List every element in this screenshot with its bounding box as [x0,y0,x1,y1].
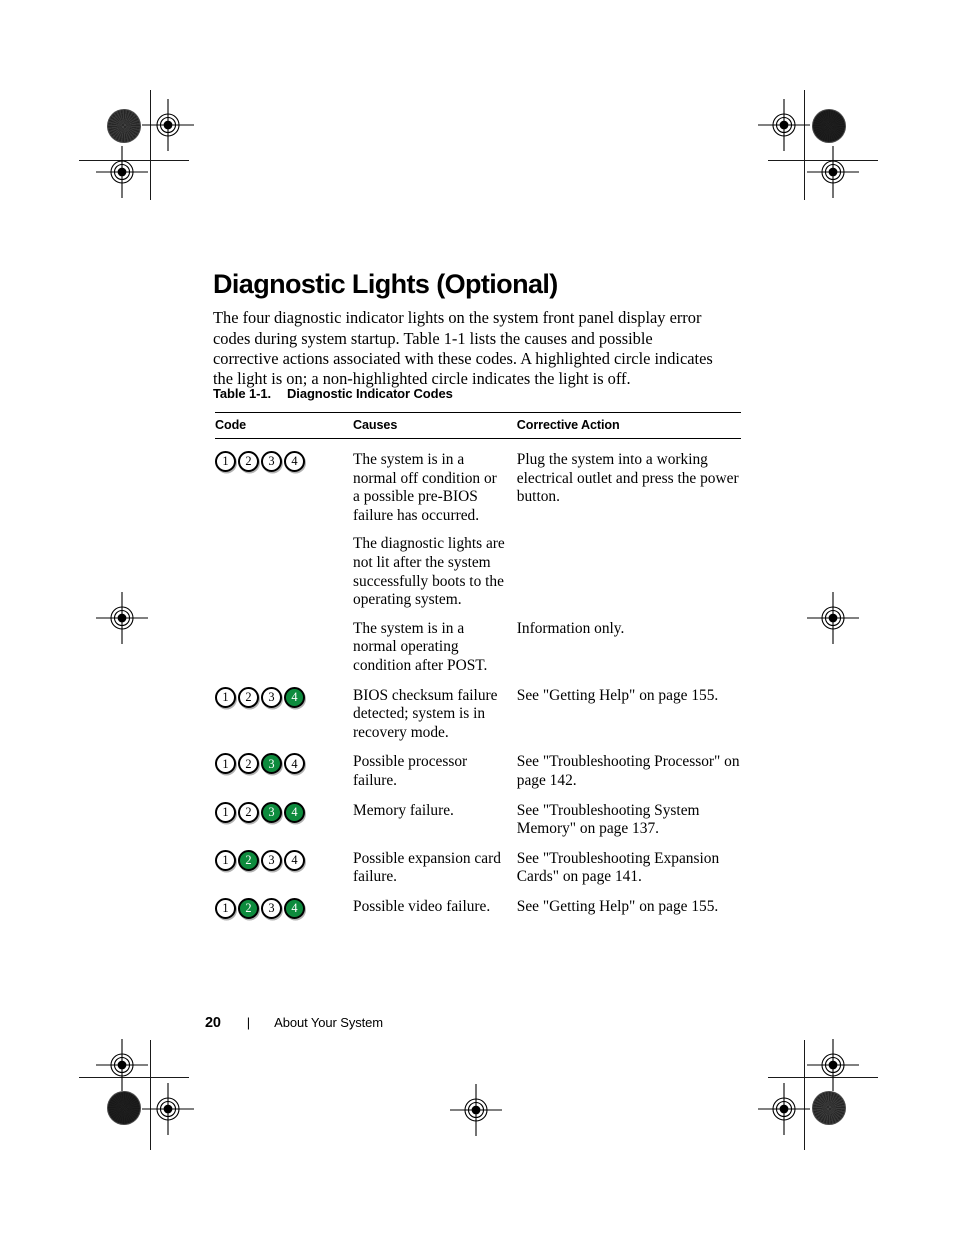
diagnostic-light-group: 1234 [215,897,353,919]
page-title: Diagnostic Lights (Optional) [213,269,558,300]
diagnostic-light-3-off: 3 [261,686,282,708]
code-cell: 1234 [215,439,353,676]
diagnostic-light-2-on: 2 [238,849,259,871]
diagnostic-light-group: 1234 [215,753,353,775]
table-body: 1 2 3 4 The system is in a normal off condit… [215,439,741,919]
code-cell: 1234 [215,676,353,743]
table-row: 1 2 3 4 Possible processor failure. See "Trou… [215,742,741,790]
corrective-action-cell [517,525,741,609]
column-header-action: Corrective Action [516,412,741,439]
diagnostic-light-group: 1234 [215,686,353,708]
diagnostic-light-2-off: 2 [238,686,259,708]
diagnostic-light-2-off: 2 [238,753,259,775]
diagnostic-light-4-on: 4 [284,801,305,823]
table-row: 1 2 3 4 Memory failure. See "Troubleshooting … [215,791,741,839]
corrective-action-cell: Information only. [516,619,625,637]
corrective-action-cell: Plug the system into a working electrica… [516,451,739,506]
cause-cell: BIOS checksum failure detected; system i… [353,686,498,741]
corrective-action-cell: See "Troubleshooting Processor" on page … [516,753,740,789]
diagnostic-light-1-off: 1 [215,753,236,775]
cause-cell: The system is in a normal off condition … [353,451,497,524]
diagnostic-light-3-on: 3 [261,801,282,823]
diagnostic-light-2-off: 2 [238,451,259,472]
diagnostic-light-4-off: 4 [284,753,305,775]
diagnostic-light-1-off: 1 [215,849,236,871]
table-row: 1 2 3 4 Possible video failure. See "Getting … [215,887,741,919]
table-header-row: Code Causes Corrective Action [215,412,741,439]
diagnostic-light-4-off: 4 [284,451,305,472]
corrective-action-cell: See "Troubleshooting Expansion Cards" on… [516,849,720,886]
diagnostic-light-2-on: 2 [238,897,259,919]
diagnostic-light-4-on: 4 [284,686,305,708]
cause-cell: The system is in a normal operating cond… [353,619,488,674]
cause-cell: Possible processor failure. [353,753,468,789]
code-cell: 1234 [215,839,353,887]
diagnostic-light-2-off: 2 [238,801,259,823]
code-cell: 1234 [215,791,353,839]
cause-cell: Possible expansion card failure. [353,849,501,886]
diagnostic-light-1-off: 1 [215,801,236,823]
table-row: 1 2 3 4 The system is in a normal off condit… [215,439,741,526]
corrective-action-cell: See "Troubleshooting System Memory" on p… [516,801,700,838]
diagnostic-light-3-on: 3 [261,753,282,775]
column-header-causes: Causes [353,412,517,439]
corrective-action-cell: See "Getting Help" on page 155. [516,897,719,915]
table-row: 1 2 3 4 Possible expansion card failure. See … [215,839,741,887]
corrective-action-cell: See "Getting Help" on page 155. [516,686,719,704]
diagnostic-light-3-off: 3 [261,451,282,472]
footer-page-number: 20 [205,1015,221,1031]
footer-section-title: About Your System [274,1015,383,1030]
table-header: Code Causes Corrective Action [215,412,741,439]
diagnostic-light-1-off: 1 [215,686,236,708]
code-cell: 1234 [215,887,353,919]
diagnostic-light-3-off: 3 [261,849,282,871]
footer-separator: | [246,1015,251,1030]
column-header-code: Code [215,412,354,439]
page-content: Diagnostic Lights (Optional) The four di… [0,0,954,1235]
table-row: 1 2 3 4 BIOS checksum failure detected; syst… [215,676,741,743]
cause-cell: The diagnostic lights are not lit after … [353,535,505,609]
table-caption-title: Diagnostic Indicator Codes [287,386,453,401]
cause-cell: Possible video failure. [353,897,491,915]
diagnostic-light-1-off: 1 [215,451,236,472]
page-footer: 20 | About Your System [205,1015,383,1031]
diagnostic-light-4-on: 4 [284,897,305,919]
diagnostic-light-3-off: 3 [261,897,282,919]
diagnostic-light-group: 1234 [215,801,353,823]
code-cell: 1234 [215,742,353,790]
cause-cell: Memory failure. [353,801,454,819]
intro-paragraph: The four diagnostic indicator lights on … [213,308,713,388]
diagnostic-light-group: 1234 [215,849,353,871]
diagnostic-light-1-off: 1 [215,897,236,919]
table-caption-number: Table 1-1. [213,386,272,401]
diagnostic-indicator-codes-table: Code Causes Corrective Action 1 2 3 4 The sy… [215,412,741,919]
diagnostic-light-4-off: 4 [284,849,305,871]
diagnostic-light-group: 1234 [215,451,353,472]
table-caption: Table 1-1. Diagnostic Indicator Codes [213,386,453,401]
